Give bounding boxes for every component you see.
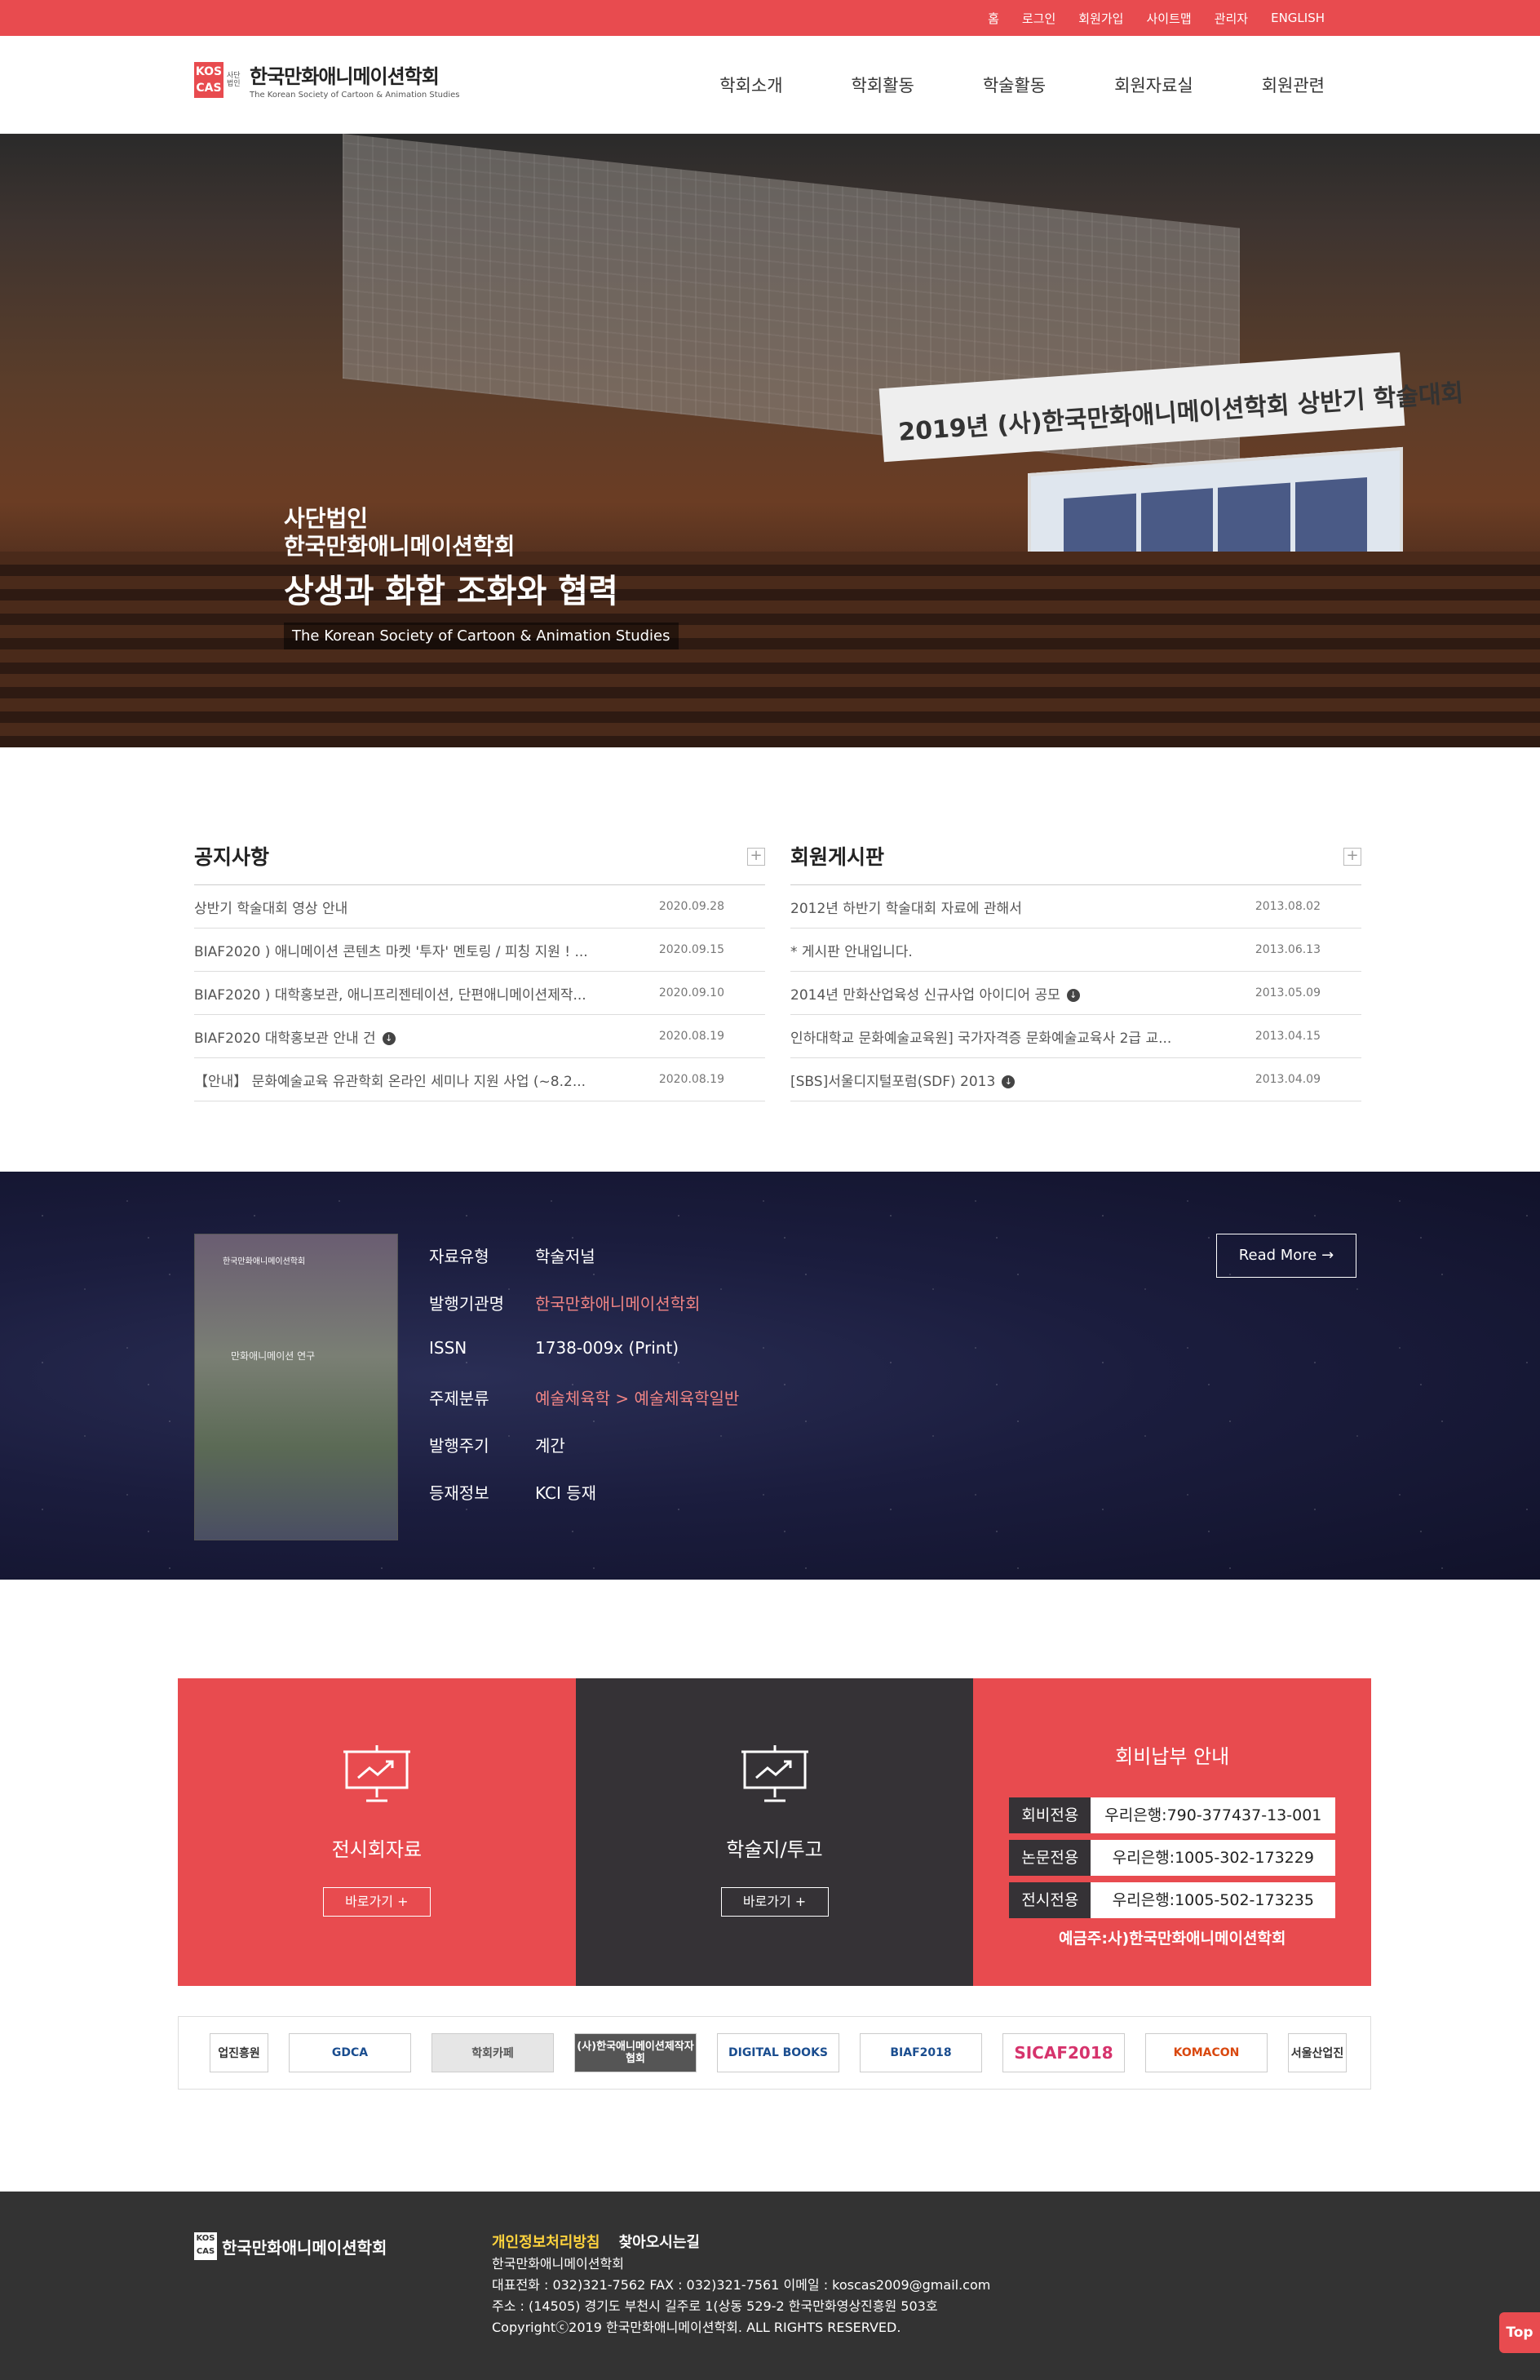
quick-links: 전시회자료 바로가기 + 학술지/투고 바로가기 + 회비납부 안내 회비전용 우… (178, 1678, 1372, 1986)
journal-submit-title: 학술지/투고 (726, 1838, 823, 1861)
hero-audience-graphic (0, 552, 1540, 747)
cover-publisher: 한국만화애니메이션학회 (223, 1257, 306, 1266)
journal-field: 등재정보 KCI 등재 (429, 1483, 597, 1503)
footer-copyright: Copyrightⓒ2019 한국만화애니메이션학회. ALL RIGHTS R… (492, 2320, 901, 2335)
notice-more-button[interactable]: + (747, 848, 765, 866)
nav-about[interactable]: 학회소개 (719, 73, 782, 97)
partner-link[interactable]: 업진흥원 (210, 2033, 268, 2072)
fee-title: 회비납부 안내 (1115, 1745, 1230, 1768)
hero-english-name: The Korean Society of Cartoon & Animatio… (284, 623, 679, 649)
hero-caption: 사단법인 한국만화애니메이션학회 상생과 화합 조화와 협력 The Korea… (284, 505, 679, 649)
privacy-policy-link[interactable]: 개인정보처리방침 (492, 2234, 600, 2251)
member-board: 회원게시판 + 2012년 하반기 학술대회 자료에 관해서 2013.08.02… (790, 841, 1361, 1101)
english-link[interactable]: ENGLISH (1271, 11, 1325, 25)
site-logo[interactable]: KOS CAS 사단 법인 한국만화애니메이션학회 The Korean Soc… (194, 60, 460, 100)
notice-row[interactable]: BIAF2020 ) 애니메이션 콘텐츠 마켓 '투자' 멘토링 / 피칭 지원… (194, 929, 765, 972)
journal-submit-go-button[interactable]: 바로가기 + (720, 1887, 829, 1917)
member-board-title: 회원게시판 (790, 845, 885, 869)
nav-activities[interactable]: 학회활동 (852, 73, 914, 97)
nav-resources[interactable]: 회원자료실 (1114, 73, 1193, 97)
hero-line-1: 사단법인 (284, 505, 369, 532)
notice-row[interactable]: 【안내】 문화예술교육 유관학회 온라인 세미나 지원 사업 (~8.2... 2… (194, 1058, 765, 1101)
journal-field: 발행기관명 한국만화애니메이션학회 (429, 1294, 701, 1314)
logo-mark: KOS CAS (194, 62, 223, 98)
journal-cover-image[interactable]: 한국만화애니메이션학회 만화애니메이션 연구 (194, 1234, 398, 1540)
boards-section: 공지사항 + 상반기 학술대회 영상 안내 2020.09.28 BIAF2020… (0, 747, 1540, 1172)
read-more-button[interactable]: Read More → (1216, 1234, 1356, 1278)
fee-row: 논문전용 우리은행:1005-302-173229 (1009, 1840, 1336, 1876)
exhibition-title: 전시회자료 (331, 1838, 423, 1861)
fee-account-holder: 예금주:사)한국만화애니메이션학회 (1058, 1930, 1286, 1948)
member-board-row[interactable]: * 게시판 안내입니다. 2013.06.13 (790, 929, 1361, 972)
hero-slider: 2019년 (사)한국만화애니메이션학회 상반기 학술대회 사단법인 한국만화애… (0, 134, 1540, 747)
presentation-icon (741, 1745, 808, 1802)
footer-logo-mark: KOS CAS (194, 2232, 217, 2260)
notice-board: 공지사항 + 상반기 학술대회 영상 안내 2020.09.28 BIAF2020… (194, 841, 765, 1101)
nav-academic[interactable]: 학술활동 (983, 73, 1046, 97)
fee-row: 전시전용 우리은행:1005-502-173235 (1009, 1882, 1336, 1918)
partner-banner-strip: 업진흥원 GDCA 학회카페 (사)한국애니메이션제작자협회 DIGITAL B… (178, 2016, 1371, 2090)
scroll-top-button[interactable]: Top (1499, 2312, 1540, 2353)
sitemap-link[interactable]: 사이트맵 (1146, 10, 1191, 27)
partner-link[interactable]: (사)한국애니메이션제작자협회 (574, 2033, 697, 2072)
hero-slogan: 상생과 화합 조화와 협력 (284, 573, 618, 610)
journal-section: 한국만화애니메이션학회 만화애니메이션 연구 자료유형 학술저널 발행기관명 한국만… (0, 1172, 1540, 1580)
nav-membership[interactable]: 회원관련 (1262, 73, 1325, 97)
footer-logo-title: 한국만화애니메이션학회 (222, 2237, 387, 2258)
main-nav: 학회소개 학회활동 학술활동 회원자료실 회원관련 (651, 36, 1325, 134)
admin-link[interactable]: 관리자 (1215, 10, 1248, 27)
logo-title: 한국만화애니메이션학회 (250, 65, 440, 88)
notice-row[interactable]: BIAF2020 대학홍보관 안내 건 ↓ 2020.08.19 (194, 1015, 765, 1058)
exhibition-box: 전시회자료 바로가기 + (178, 1678, 576, 1986)
journal-submit-box: 학술지/투고 바로가기 + (575, 1678, 974, 1986)
join-link[interactable]: 회원가입 (1078, 10, 1123, 27)
journal-field: 발행주기 계간 (429, 1436, 565, 1456)
home-link[interactable]: 홈 (988, 10, 999, 27)
journal-field: ISSN 1738-009x (Print) (429, 1338, 679, 1358)
notice-row[interactable]: BIAF2020 ) 대학홍보관, 애니프리젠테이션, 단편애니메이션제작...… (194, 972, 765, 1015)
partner-link[interactable]: GDCA (289, 2033, 411, 2072)
top-utility-bar: 홈 로그인 회원가입 사이트맵 관리자 ENGLISH (0, 0, 1540, 36)
footer-logo: KOS CAS 한국만화애니메이션학회 (194, 2232, 387, 2260)
partner-link[interactable]: SICAF2018 (1002, 2033, 1125, 2072)
partner-link[interactable]: BIAF2018 (860, 2033, 982, 2072)
site-footer: KOS CAS 한국만화애니메이션학회 개인정보처리방침 찾아오시는길 한국만화… (0, 2192, 1540, 2380)
site-header: KOS CAS 사단 법인 한국만화애니메이션학회 The Korean Soc… (0, 36, 1540, 134)
notice-title: 공지사항 (194, 845, 270, 869)
partner-link[interactable]: 서울산업진 (1288, 2033, 1347, 2072)
journal-field: 자료유형 학술저널 (429, 1247, 595, 1266)
login-link[interactable]: 로그인 (1022, 10, 1055, 27)
exhibition-go-button[interactable]: 바로가기 + (322, 1887, 431, 1917)
partner-link[interactable]: DIGITAL BOOKS (717, 2033, 839, 2072)
partner-link[interactable]: KOMACON (1145, 2033, 1268, 2072)
partner-link[interactable]: 학회카페 (431, 2033, 554, 2072)
directions-link[interactable]: 찾아오시는길 (619, 2234, 700, 2251)
logo-subtitle: The Korean Society of Cartoon & Animatio… (250, 91, 460, 100)
footer-address: 주소 : (14505) 경기도 부천시 길주로 1(상동 529-2 한국만화… (492, 2298, 938, 2314)
member-board-row[interactable]: 인하대학교 문화예술교육원] 국가자격증 문화예술교육사 2급 교... 2013… (790, 1015, 1361, 1058)
download-icon: ↓ (1002, 1075, 1016, 1088)
presentation-icon (343, 1745, 410, 1802)
notice-row[interactable]: 상반기 학술대회 영상 안내 2020.09.28 (194, 885, 765, 929)
footer-org-name: 한국만화애니메이션학회 (492, 2256, 624, 2271)
cover-journal-name: 만화애니메이션 연구 (231, 1350, 316, 1362)
footer-contact: 대표전화 : 032)321-7562 FAX : 032)321-7561 이… (492, 2277, 991, 2293)
member-board-more-button[interactable]: + (1343, 848, 1361, 866)
journal-info: 자료유형 학술저널 발행기관명 한국만화애니메이션학회 ISSN 1738-009x … (429, 1243, 739, 1527)
download-icon: ↓ (382, 1031, 396, 1045)
hero-line-2: 한국만화애니메이션학회 (284, 533, 516, 560)
footer-info: 개인정보처리방침 찾아오시는길 한국만화애니메이션학회 대표전화 : 032)3… (492, 2232, 990, 2338)
fee-row: 회비전용 우리은행:790-377437-13-001 (1009, 1797, 1336, 1833)
journal-field: 주제분류 예술체육학 > 예술체육학일반 (429, 1389, 740, 1408)
membership-fee-box: 회비납부 안내 회비전용 우리은행:790-377437-13-001 논문전용 우… (973, 1678, 1372, 1986)
member-board-row[interactable]: [SBS]서울디지털포럼(SDF) 2013 ↓ 2013.04.09 (790, 1058, 1361, 1101)
member-board-row[interactable]: 2014년 만화산업육성 신규사업 아이디어 공모 ↓ 2013.05.09 (790, 972, 1361, 1015)
download-icon: ↓ (1066, 988, 1080, 1002)
logo-small-text: 사단 법인 (227, 72, 241, 88)
member-board-row[interactable]: 2012년 하반기 학술대회 자료에 관해서 2013.08.02 (790, 885, 1361, 929)
